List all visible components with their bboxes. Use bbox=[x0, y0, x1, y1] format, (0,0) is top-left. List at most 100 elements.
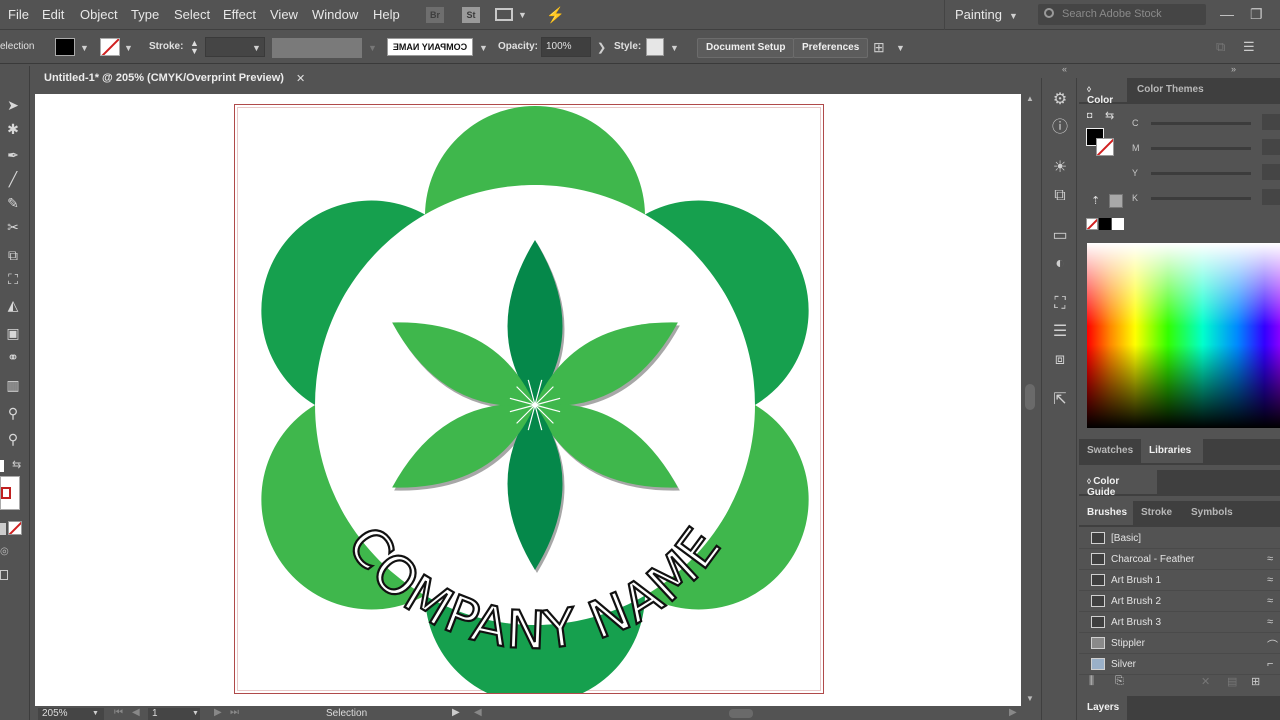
color-spectrum[interactable] bbox=[1087, 243, 1280, 428]
variable-width-profile[interactable] bbox=[272, 38, 362, 58]
zoom-tool-icon[interactable]: ⚲ bbox=[3, 430, 23, 448]
align-icon[interactable]: ⊞ bbox=[873, 39, 885, 56]
menu-window[interactable]: Window bbox=[312, 7, 358, 22]
stroke-stepper[interactable]: ▲ ▼ bbox=[190, 39, 199, 56]
chevron-down-icon[interactable]: ▼ bbox=[192, 710, 199, 717]
tab-color[interactable]: ◊ Color bbox=[1079, 78, 1127, 106]
brush-definition-preview[interactable]: COMPANY NAME bbox=[387, 38, 473, 56]
bridge-icon[interactable]: Br bbox=[426, 7, 444, 23]
gamut-swatch[interactable] bbox=[1109, 194, 1123, 208]
stock-icon[interactable]: St bbox=[462, 7, 480, 23]
fill-swatch[interactable] bbox=[55, 38, 75, 56]
magenta-slider[interactable] bbox=[1151, 147, 1251, 150]
scroll-right-icon[interactable]: ▶ bbox=[1009, 707, 1017, 718]
chevron-right-icon[interactable]: ❯ bbox=[597, 41, 606, 54]
stroke-color-swatch[interactable] bbox=[1096, 138, 1114, 156]
magenta-value-field[interactable] bbox=[1262, 139, 1280, 155]
cyan-slider[interactable] bbox=[1151, 122, 1251, 125]
brush-libraries-icon[interactable]: ⫼ bbox=[1089, 675, 1094, 688]
first-artboard-icon[interactable]: ⏮ bbox=[114, 707, 123, 718]
gradient-tool-icon[interactable]: ▣ bbox=[3, 324, 23, 342]
paintbrush-tool-icon[interactable]: ✎ bbox=[3, 194, 23, 212]
swap-colors-icon[interactable]: ⇆ bbox=[1105, 109, 1114, 122]
info-icon[interactable]: ⓘ bbox=[1050, 118, 1070, 138]
fill-indicator[interactable] bbox=[0, 460, 4, 472]
selection-tool-icon[interactable]: ➤ bbox=[3, 96, 23, 114]
default-colors-icon[interactable]: ◘ bbox=[1087, 110, 1092, 120]
libraries-panel-icon[interactable]: ⎘ bbox=[1115, 675, 1124, 688]
list-item[interactable]: Art Brush 2 ≈ bbox=[1079, 591, 1280, 612]
last-artboard-icon[interactable]: ⏭ bbox=[230, 707, 239, 718]
yellow-value-field[interactable] bbox=[1262, 164, 1280, 180]
list-item[interactable]: Charcoal - Feather ≈ bbox=[1079, 549, 1280, 570]
swap-fill-stroke-icon[interactable]: ⇆ bbox=[12, 458, 21, 471]
black-slider[interactable] bbox=[1151, 197, 1251, 200]
horizontal-scroll-thumb[interactable] bbox=[729, 709, 753, 718]
tab-swatches[interactable]: Swatches bbox=[1079, 439, 1141, 463]
panel-options-icon[interactable]: ☰ bbox=[1243, 39, 1255, 55]
scissors-tool-icon[interactable]: ✂ bbox=[3, 218, 23, 236]
chevron-down-icon[interactable]: ▼ bbox=[92, 710, 99, 717]
appearance-icon[interactable]: ☀ bbox=[1050, 158, 1070, 178]
collapse-dock-icon[interactable]: « bbox=[1062, 64, 1067, 74]
chevron-down-icon[interactable]: ▼ bbox=[896, 43, 905, 53]
chevron-down-icon[interactable]: ▼ bbox=[670, 43, 679, 53]
status-menu-icon[interactable]: ▶ bbox=[452, 707, 460, 718]
menu-effect[interactable]: Effect bbox=[223, 7, 256, 22]
restore-icon[interactable]: ❐ bbox=[1250, 6, 1263, 23]
remove-brush-stroke-icon[interactable]: ✕ bbox=[1201, 675, 1210, 688]
black-value-field[interactable] bbox=[1262, 189, 1280, 205]
scroll-down-icon[interactable]: ▼ bbox=[1026, 694, 1034, 703]
out-of-gamut-icon[interactable]: ⇡ bbox=[1091, 194, 1100, 207]
color-mode-icon[interactable] bbox=[0, 523, 6, 535]
opacity-field[interactable]: 100% bbox=[541, 37, 591, 57]
align-icon[interactable]: ☰ bbox=[1050, 322, 1070, 342]
shape-builder-tool-icon[interactable]: ◭ bbox=[3, 296, 23, 314]
line-tool-icon[interactable]: ╱ bbox=[3, 170, 23, 188]
menu-select[interactable]: Select bbox=[174, 7, 210, 22]
transparency-icon[interactable]: ◐ bbox=[1050, 254, 1070, 274]
scroll-thumb[interactable] bbox=[1025, 384, 1035, 410]
chevron-down-icon[interactable]: ▼ bbox=[252, 43, 261, 53]
export-icon[interactable]: ⇱ bbox=[1050, 390, 1070, 410]
preferences-button[interactable]: Preferences bbox=[793, 38, 869, 58]
graphic-styles-icon[interactable]: ⧉ bbox=[1050, 186, 1070, 206]
scroll-left-icon[interactable]: ◀ bbox=[474, 707, 482, 718]
chevron-down-icon[interactable]: ▼ bbox=[124, 43, 133, 53]
menu-edit[interactable]: Edit bbox=[42, 7, 64, 22]
list-item[interactable]: Stippler ⌒ bbox=[1079, 633, 1280, 654]
previous-artboard-icon[interactable]: ◀ bbox=[132, 707, 140, 718]
gradient-icon[interactable]: ▭ bbox=[1050, 226, 1070, 246]
menu-type[interactable]: Type bbox=[131, 7, 159, 22]
gpu-performance-icon[interactable]: ⚡ bbox=[546, 6, 565, 24]
list-item[interactable]: Art Brush 1 ≈ bbox=[1079, 570, 1280, 591]
scale-tool-icon[interactable]: ⧉ bbox=[3, 246, 23, 264]
stroke-swatch[interactable] bbox=[100, 38, 120, 56]
tab-libraries[interactable]: Libraries bbox=[1141, 439, 1203, 463]
scroll-up-icon[interactable]: ▲ bbox=[1026, 94, 1034, 103]
document-tab[interactable]: Untitled-1* @ 205% (CMYK/Overprint Previ… bbox=[34, 67, 314, 92]
tab-color-guide[interactable]: ◊ Color Guide bbox=[1079, 470, 1157, 498]
arrange-documents-icon[interactable] bbox=[495, 8, 513, 21]
chevron-down-icon[interactable]: ▼ bbox=[80, 43, 89, 53]
none-color-swatch[interactable] bbox=[1086, 218, 1098, 230]
vertical-scrollbar[interactable]: ▲ ▼ bbox=[1022, 94, 1038, 706]
tab-stroke[interactable]: Stroke bbox=[1133, 501, 1180, 525]
logo-artwork[interactable]: COMPANY NAME bbox=[235, 105, 823, 693]
list-item[interactable]: Art Brush 3 ≈ bbox=[1079, 612, 1280, 633]
black-swatch[interactable] bbox=[1099, 218, 1111, 230]
menu-help[interactable]: Help bbox=[373, 7, 400, 22]
cyan-value-field[interactable] bbox=[1262, 114, 1280, 130]
collapse-panels-icon[interactable]: » bbox=[1231, 64, 1236, 74]
draw-mode-icon[interactable]: ◎ bbox=[0, 546, 9, 557]
white-swatch[interactable] bbox=[1112, 218, 1124, 230]
workspace-switcher[interactable]: Painting ▼ bbox=[944, 0, 1024, 30]
properties-icon[interactable]: ⚙ bbox=[1050, 90, 1070, 110]
lasso-tool-icon[interactable]: ✱ bbox=[3, 120, 23, 138]
screen-mode-icon[interactable] bbox=[0, 570, 8, 580]
free-transform-tool-icon[interactable]: ⛶ bbox=[3, 270, 23, 288]
eyedropper-tool-icon[interactable]: ⚲ bbox=[3, 404, 23, 422]
blend-tool-icon[interactable]: ⚭ bbox=[3, 348, 23, 366]
search-adobe-stock-input[interactable]: Search Adobe Stock bbox=[1038, 4, 1206, 25]
transform-icon[interactable]: ⛶ bbox=[1050, 294, 1070, 314]
